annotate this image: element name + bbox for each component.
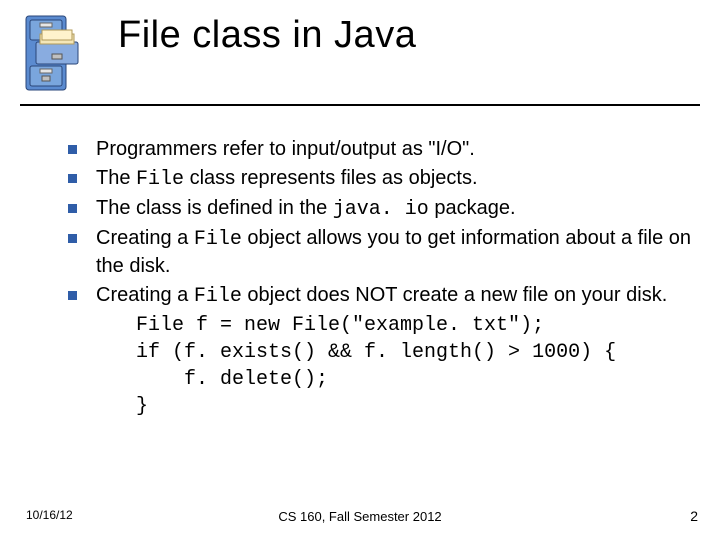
bullet-item: Creating a File object does NOT create a… [96, 282, 696, 310]
inline-code: java. io [333, 198, 429, 221]
body-content: Programmers refer to input/output as "I/… [96, 136, 696, 420]
code-line: } [136, 395, 148, 418]
title-underline [20, 104, 700, 106]
bullet-text: Creating a [96, 227, 194, 249]
code-line: File f = new File("example. txt"); [136, 314, 544, 337]
bullet-text: The [96, 167, 136, 189]
bullet-item: The class is defined in the java. io pac… [96, 195, 696, 223]
slide: File class in Java Programmers refer to … [0, 0, 720, 540]
square-bullet-icon [68, 145, 77, 154]
bullet-text: class represents files as objects. [184, 167, 477, 189]
slide-title: File class in Java [118, 14, 416, 57]
bullet-text: The class is defined in the [96, 197, 333, 219]
square-bullet-icon [68, 291, 77, 300]
code-block: File f = new File("example. txt"); if (f… [136, 312, 696, 420]
square-bullet-icon [68, 174, 77, 183]
footer-course: CS 160, Fall Semester 2012 [0, 509, 720, 524]
bullet-item: Creating a File object allows you to get… [96, 225, 696, 280]
square-bullet-icon [68, 204, 77, 213]
bullet-text: object does NOT create a new file on you… [242, 284, 667, 306]
bullet-text: Creating a [96, 284, 194, 306]
bullet-item: The File class represents files as objec… [96, 165, 696, 193]
inline-code: File [136, 168, 184, 191]
code-line: f. delete(); [136, 368, 328, 391]
square-bullet-icon [68, 234, 77, 243]
inline-code: File [194, 228, 242, 251]
bullet-text: package. [429, 197, 516, 219]
bullet-text: Programmers refer to input/output as "I/… [96, 138, 475, 160]
file-cabinet-icon [22, 14, 82, 94]
footer-page-number: 2 [690, 508, 698, 524]
inline-code: File [194, 285, 242, 308]
code-line: if (f. exists() && f. length() > 1000) { [136, 341, 616, 364]
header: File class in Java [0, 0, 720, 110]
bullet-item: Programmers refer to input/output as "I/… [96, 136, 696, 163]
